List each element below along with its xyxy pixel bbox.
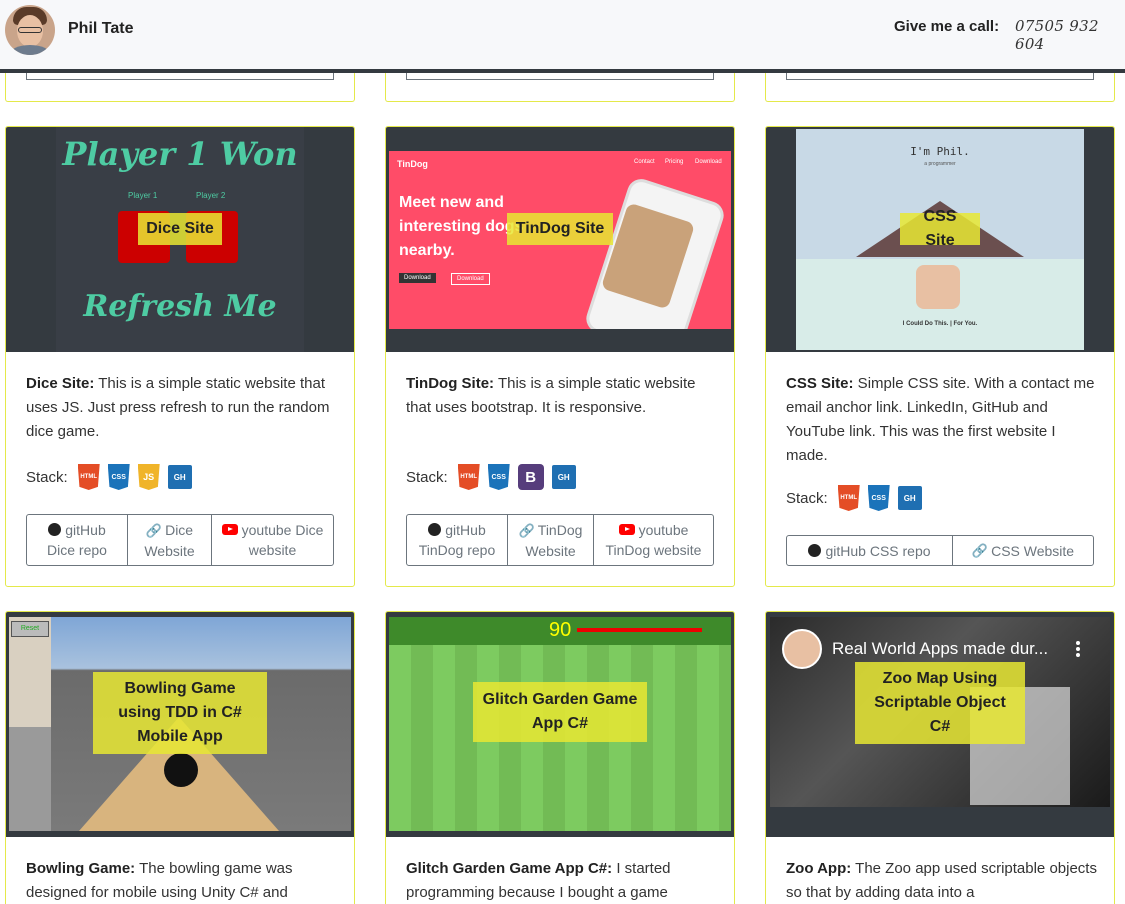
thumbnail-overlay-label: Zoo Map Using Scriptable Object C# — [855, 662, 1025, 744]
card-description: Dice Site: This is a simple static websi… — [26, 375, 330, 440]
card-description: Bowling Game: The bowling game was desig… — [26, 860, 293, 901]
link-icon: 🔗 — [518, 522, 535, 538]
css-thumbnail[interactable]: I'm Phil. a programmer I Could Do This. … — [766, 127, 1114, 352]
github-pages-icon: GH — [897, 486, 922, 510]
project-card-zoo: Real World Apps made dur... Zoo Map Usin… — [765, 611, 1115, 904]
html5-icon: HTML — [837, 485, 860, 511]
youtube-button[interactable]: youtube Dice website — [212, 515, 333, 565]
tech-stack: Stack: HTML CSS JS GH — [26, 463, 200, 491]
youtube-icon — [618, 524, 635, 535]
github-repo-button[interactable]: gitHub TinDog repo — [407, 515, 508, 565]
phone-number[interactable]: 07505 932 604 — [1015, 17, 1125, 53]
tech-stack: Stack: HTML CSS B GH — [406, 463, 584, 491]
card-links: gitHub Dice repo 🔗 Dice Website youtube D… — [26, 514, 334, 566]
thumbnail-overlay-label: Dice Site — [138, 213, 222, 245]
project-card-bowling: Reset Bowling Game using TDD in C# Mobil… — [5, 611, 355, 904]
html5-icon: HTML — [77, 464, 100, 490]
website-button[interactable]: 🔗 CSS Website — [953, 536, 1093, 565]
card-description: Glitch Garden Game App C#: I started pro… — [406, 860, 671, 901]
project-card-glitch-garden: 90 Glitch Garden Game App C# Glitch Gard… — [385, 611, 735, 904]
thumbnail-overlay-label: Bowling Game using TDD in C# Mobile App — [93, 672, 267, 754]
link-icon: 🔗 — [971, 542, 989, 558]
thumbnail-overlay-label: TinDog Site — [507, 213, 613, 245]
css3-icon: CSS — [107, 464, 130, 490]
zoo-video-thumbnail[interactable]: Real World Apps made dur... Zoo Map Usin… — [766, 612, 1114, 837]
github-repo-button[interactable]: gitHub CSS repo — [787, 536, 953, 565]
github-pages-icon: GH — [551, 465, 576, 489]
github-icon — [48, 523, 62, 536]
thumbnail-overlay-label: Glitch Garden Game App C# — [473, 682, 647, 742]
website-button[interactable]: 🔗 TinDog Website — [508, 515, 594, 565]
card-links: gitHub TinDog repo 🔗 TinDog Website youtu… — [406, 514, 714, 566]
css3-icon: CSS — [867, 485, 890, 511]
card-description: CSS Site: Simple CSS site. With a contac… — [786, 375, 1095, 464]
bowling-thumbnail[interactable]: Reset Bowling Game using TDD in C# Mobil… — [6, 612, 354, 837]
github-repo-button[interactable]: gitHub Dice repo — [27, 515, 128, 565]
link-icon: 🔗 — [145, 522, 163, 538]
glitch-garden-thumbnail[interactable]: 90 Glitch Garden Game App C# — [386, 612, 734, 837]
project-card-css: I'm Phil. a programmer I Could Do This. … — [765, 126, 1115, 587]
card-links: gitHub CSS repo 🔗 CSS Website — [786, 535, 1094, 566]
youtube-icon — [221, 524, 238, 535]
project-card-tindog: TinDog Contact Pricing Download Meet new… — [385, 126, 735, 587]
youtube-button[interactable]: youtube TinDog website — [594, 515, 713, 565]
card-description: TinDog Site: This is a simple static web… — [406, 375, 696, 416]
thumbnail-overlay-label: CSS Site — [900, 208, 980, 249]
dice-thumbnail[interactable]: Player 1 Won Player 1 Player 2 Refresh M… — [6, 127, 354, 352]
card-description: Zoo App: The Zoo app used scriptable obj… — [786, 860, 1097, 901]
js-icon: JS — [137, 464, 160, 490]
brand-name[interactable]: Phil Tate — [68, 20, 134, 38]
tech-stack: Stack: HTML CSS GH — [786, 484, 930, 512]
html5-icon: HTML — [457, 464, 480, 490]
call-label: Give me a call: — [894, 18, 1000, 35]
avatar[interactable] — [5, 5, 55, 55]
github-icon — [808, 544, 822, 557]
tindog-thumbnail[interactable]: TinDog Contact Pricing Download Meet new… — [386, 127, 734, 352]
website-button[interactable]: 🔗 Dice Website — [128, 515, 212, 565]
project-card-dice: Player 1 Won Player 1 Player 2 Refresh M… — [5, 126, 355, 587]
github-pages-icon: GH — [167, 465, 192, 489]
bootstrap-icon: B — [517, 464, 544, 490]
github-icon — [428, 523, 442, 536]
css3-icon: CSS — [487, 464, 510, 490]
navbar: Phil Tate Give me a call: 07505 932 604 — [0, 0, 1125, 73]
